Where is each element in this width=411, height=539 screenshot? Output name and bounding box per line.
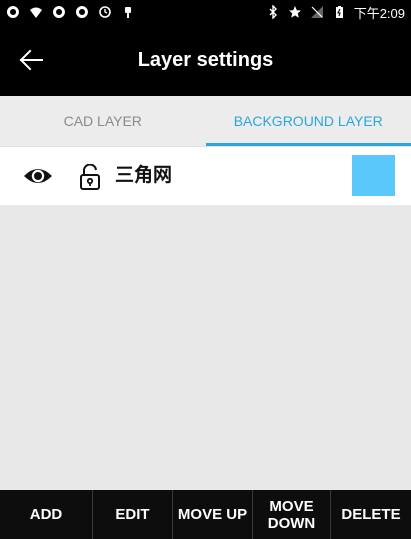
screen: 下午2:09 Layer settings CAD LAYER BACKGROU… bbox=[0, 0, 411, 539]
star-icon bbox=[288, 5, 302, 19]
delete-button[interactable]: DELETE bbox=[331, 490, 411, 539]
bottom-toolbar: ADD EDIT MOVE UP MOVE DOWN DELETE bbox=[0, 490, 411, 539]
edit-button[interactable]: EDIT bbox=[93, 490, 173, 539]
add-button[interactable]: ADD bbox=[0, 490, 93, 539]
list-item[interactable]: 三角网 bbox=[0, 147, 411, 205]
status-left-icons bbox=[6, 5, 135, 19]
signal-icon bbox=[310, 5, 324, 19]
back-arrow-icon bbox=[19, 49, 43, 71]
unlock-icon[interactable] bbox=[79, 164, 101, 190]
back-button[interactable] bbox=[0, 24, 62, 96]
move-down-label-line2: DOWN bbox=[267, 514, 316, 532]
bluetooth-icon bbox=[266, 5, 280, 19]
wifi-icon bbox=[29, 5, 43, 19]
move-down-label-line1: MOVE bbox=[269, 497, 314, 515]
status-bar: 下午2:09 bbox=[0, 0, 411, 24]
status-right-icons: 下午2:09 bbox=[266, 3, 405, 22]
move-down-button[interactable]: MOVE DOWN bbox=[253, 490, 331, 539]
tab-bar: CAD LAYER BACKGROUND LAYER bbox=[0, 96, 411, 147]
battery-icon bbox=[332, 5, 346, 19]
layer-list: 三角网 bbox=[0, 147, 411, 205]
layer-color-swatch[interactable] bbox=[352, 155, 395, 196]
status-time: 下午2:09 bbox=[353, 5, 405, 21]
app-icon bbox=[6, 5, 20, 19]
layer-name: 三角网 bbox=[115, 165, 173, 186]
move-up-button[interactable]: MOVE UP bbox=[173, 490, 253, 539]
tab-cad-layer[interactable]: CAD LAYER bbox=[0, 96, 206, 146]
app-icon bbox=[52, 5, 66, 19]
app-icon bbox=[75, 5, 89, 19]
app-bar: Layer settings bbox=[0, 24, 411, 96]
sync-icon bbox=[98, 5, 112, 19]
tab-background-layer[interactable]: BACKGROUND LAYER bbox=[205, 96, 411, 146]
move-down-label: MOVE DOWN bbox=[268, 498, 316, 532]
eye-icon[interactable] bbox=[23, 164, 53, 188]
usb-icon bbox=[121, 5, 135, 19]
